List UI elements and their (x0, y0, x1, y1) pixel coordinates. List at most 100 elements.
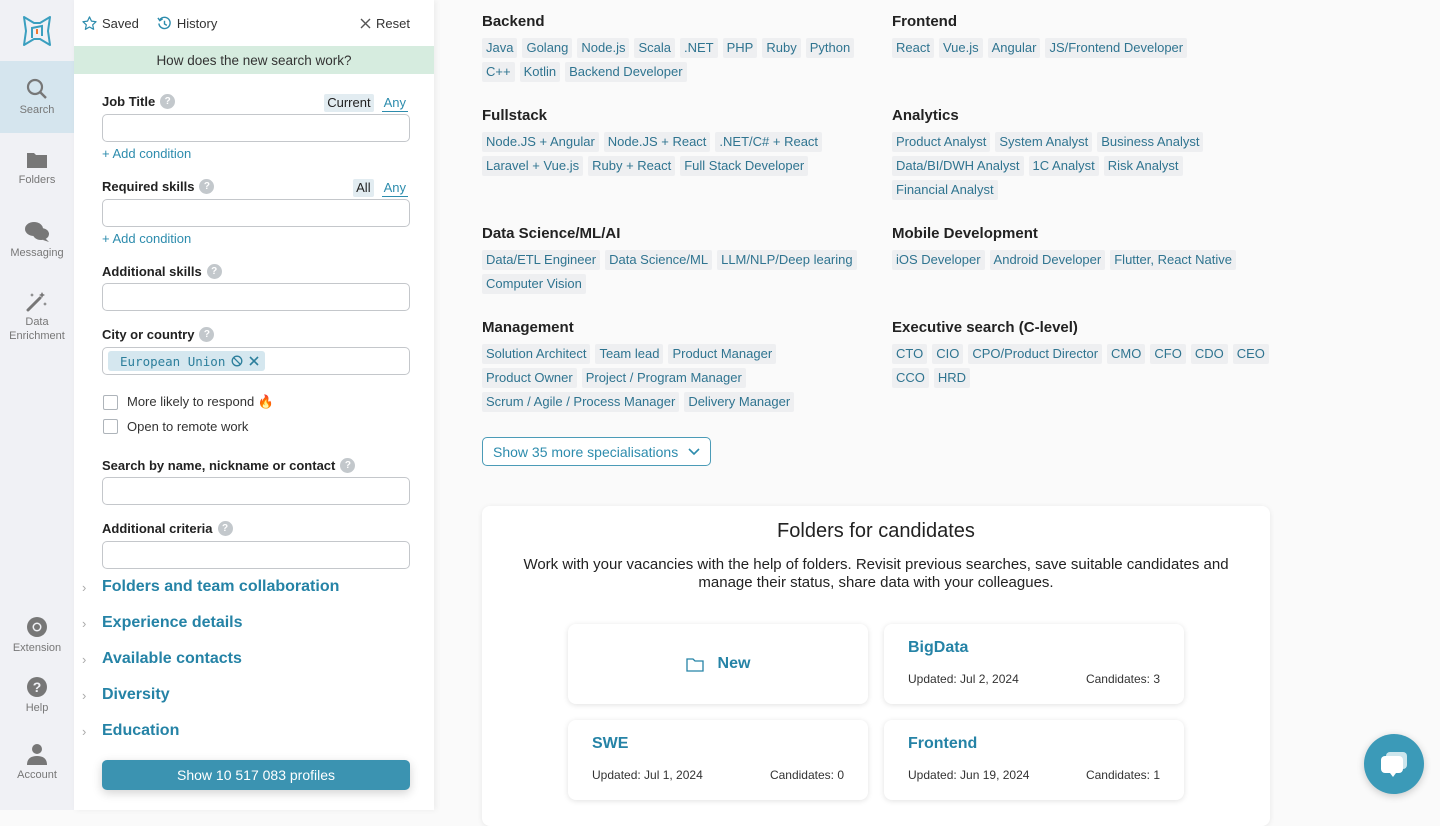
rail-item-folders[interactable]: Folders (0, 150, 74, 187)
specialisation-tag[interactable]: Scrum / Agile / Process Manager (482, 392, 680, 412)
specialisation-tag[interactable]: Backend Developer (565, 62, 687, 82)
history-button[interactable]: History (157, 16, 217, 31)
help-icon[interactable]: ? (217, 521, 233, 536)
specialisation-tag[interactable]: LLM/NLP/Deep learing (717, 250, 857, 270)
specialisation-tag[interactable]: Node.JS + React (603, 132, 711, 152)
specialisation-tag[interactable]: React (892, 38, 934, 58)
specialisation-tag[interactable]: Scala (634, 38, 675, 58)
specialisation-tag[interactable]: Angular (987, 38, 1041, 58)
rail-item-data-enrichment[interactable]: Data Enrichment (0, 290, 74, 343)
specialisation-tag[interactable]: Android Developer (989, 250, 1106, 270)
specialisation-tag[interactable]: iOS Developer (892, 250, 985, 270)
specialisation-tag[interactable]: Business Analyst (1097, 132, 1204, 152)
remove-chip-icon[interactable] (249, 356, 259, 366)
reset-button[interactable]: Reset (360, 16, 410, 31)
specialisation-tag[interactable]: Product Owner (482, 368, 577, 388)
specialisation-tag[interactable]: JS/Frontend Developer (1045, 38, 1188, 58)
specialisation-tag[interactable]: Solution Architect (482, 344, 591, 364)
specialisation-tag[interactable]: .NET (680, 38, 718, 58)
specialisation-tag[interactable]: Product Manager (668, 344, 777, 364)
help-icon[interactable]: ? (340, 458, 356, 473)
support-chat-button[interactable] (1364, 734, 1424, 794)
specialisation-tag[interactable]: Project / Program Manager (581, 368, 746, 388)
specialisation-tag[interactable]: CMO (1107, 344, 1146, 364)
specialisation-tag[interactable]: Computer Vision (482, 274, 586, 294)
rail-item-account[interactable]: Account (0, 743, 74, 782)
toggle-any[interactable]: Any (381, 94, 408, 112)
specialisation-tag[interactable]: CPO/Product Director (968, 344, 1103, 364)
specialisation-tag[interactable]: Golang (522, 38, 573, 58)
specialisation-tag[interactable]: Java (482, 38, 518, 58)
folder-card[interactable]: Frontend Updated: Jun 19, 2024 Candidate… (884, 720, 1184, 800)
specialisation-tag[interactable]: Flutter, React Native (1110, 250, 1237, 270)
specialisation-tag[interactable]: CEO (1232, 344, 1269, 364)
more-likely-respond-checkbox[interactable]: More likely to respond 🔥 (103, 394, 274, 410)
specialisation-tag[interactable]: CCO (892, 368, 929, 388)
app-logo[interactable] (0, 0, 74, 61)
specialisation-tag[interactable]: CFO (1150, 344, 1186, 364)
rail-item-search[interactable]: Search (0, 61, 74, 133)
job-title-input[interactable] (102, 114, 410, 142)
specialisation-tag[interactable]: Risk Analyst (1103, 156, 1183, 176)
specialisation-tag[interactable]: Laravel + Vue.js (482, 156, 584, 176)
checkbox[interactable] (103, 419, 118, 434)
show-more-specialisations-button[interactable]: Show 35 more specialisations (482, 437, 712, 466)
open-remote-checkbox[interactable]: Open to remote work (103, 419, 248, 434)
specialisation-tag[interactable]: HRD (933, 368, 971, 388)
specialisation-tag[interactable]: Node.JS + Angular (482, 132, 599, 152)
specialisation-tag[interactable]: Product Analyst (892, 132, 991, 152)
specialisation-tag[interactable]: Team lead (595, 344, 664, 364)
additional-skills-input[interactable] (102, 283, 410, 311)
rail-item-extension[interactable]: Extension (0, 616, 74, 655)
specialisation-tag[interactable]: CTO (892, 344, 928, 364)
specialisation-tag[interactable]: Kotlin (519, 62, 561, 82)
specialisation-tag[interactable]: Financial Analyst (892, 180, 998, 200)
specialisation-tag[interactable]: Ruby (762, 38, 801, 58)
specialisation-tag[interactable]: Data Science/ML (605, 250, 713, 270)
checkbox[interactable] (103, 394, 118, 410)
section-education[interactable]: › Education (82, 722, 179, 740)
how-search-works-banner[interactable]: How does the new search work? (74, 46, 434, 74)
saved-button[interactable]: Saved (82, 16, 139, 31)
show-profiles-button[interactable]: Show 10 517 083 profiles (102, 760, 410, 790)
specialisation-tag[interactable]: PHP (722, 38, 758, 58)
specialisation-tag[interactable]: CIO (932, 344, 964, 364)
specialisation-tag[interactable]: Python (805, 38, 855, 58)
help-icon[interactable]: ? (206, 264, 222, 279)
required-skills-input[interactable] (102, 199, 410, 227)
specialisation-tag[interactable]: Data/BI/DWH Analyst (892, 156, 1024, 176)
additional-criteria-input[interactable] (102, 541, 410, 569)
toggle-any[interactable]: Any (381, 179, 408, 197)
specialisation-tag[interactable]: Data/ETL Engineer (482, 250, 601, 270)
folder-card[interactable]: BigData Updated: Jul 2, 2024 Candidates:… (884, 624, 1184, 704)
help-icon[interactable]: ? (160, 94, 176, 109)
toggle-current[interactable]: Current (324, 94, 374, 112)
rail-item-help[interactable]: ? Help (0, 676, 74, 715)
specialisation-tag[interactable]: Node.js (577, 38, 630, 58)
city-input[interactable]: European Union (102, 347, 410, 375)
section-diversity[interactable]: › Diversity (82, 686, 170, 704)
new-folder-button[interactable]: New (568, 624, 868, 704)
section-folders-collaboration[interactable]: › Folders and team collaboration (82, 578, 339, 596)
specialisation-tag[interactable]: C++ (482, 62, 515, 82)
specialisation-tag[interactable]: Ruby + React (588, 156, 676, 176)
name-search-input[interactable] (102, 477, 410, 505)
help-icon[interactable]: ? (199, 179, 215, 194)
specialisation-tag[interactable]: .NET/C# + React (715, 132, 823, 152)
specialisation-tag[interactable]: CDO (1190, 344, 1228, 364)
folder-card[interactable]: SWE Updated: Jul 1, 2024 Candidates: 0 (568, 720, 868, 800)
add-condition-link[interactable]: + Add condition (102, 146, 191, 161)
section-experience-details[interactable]: › Experience details (82, 614, 243, 632)
section-available-contacts[interactable]: › Available contacts (82, 650, 242, 668)
add-condition-link[interactable]: + Add condition (102, 231, 191, 246)
specialisation-tag[interactable]: Vue.js (938, 38, 983, 58)
toggle-all[interactable]: All (353, 179, 374, 197)
help-icon[interactable]: ? (199, 327, 215, 342)
exclude-icon[interactable] (231, 355, 243, 367)
category-data-science: Data Science/ML/AI Data/ETL Engineer Data … (482, 225, 872, 294)
rail-item-messaging[interactable]: Messaging (0, 221, 74, 260)
specialisation-tag[interactable]: System Analyst (995, 132, 1093, 152)
specialisation-tag[interactable]: Delivery Manager (684, 392, 795, 412)
specialisation-tag[interactable]: 1C Analyst (1028, 156, 1099, 176)
specialisation-tag[interactable]: Full Stack Developer (680, 156, 809, 176)
